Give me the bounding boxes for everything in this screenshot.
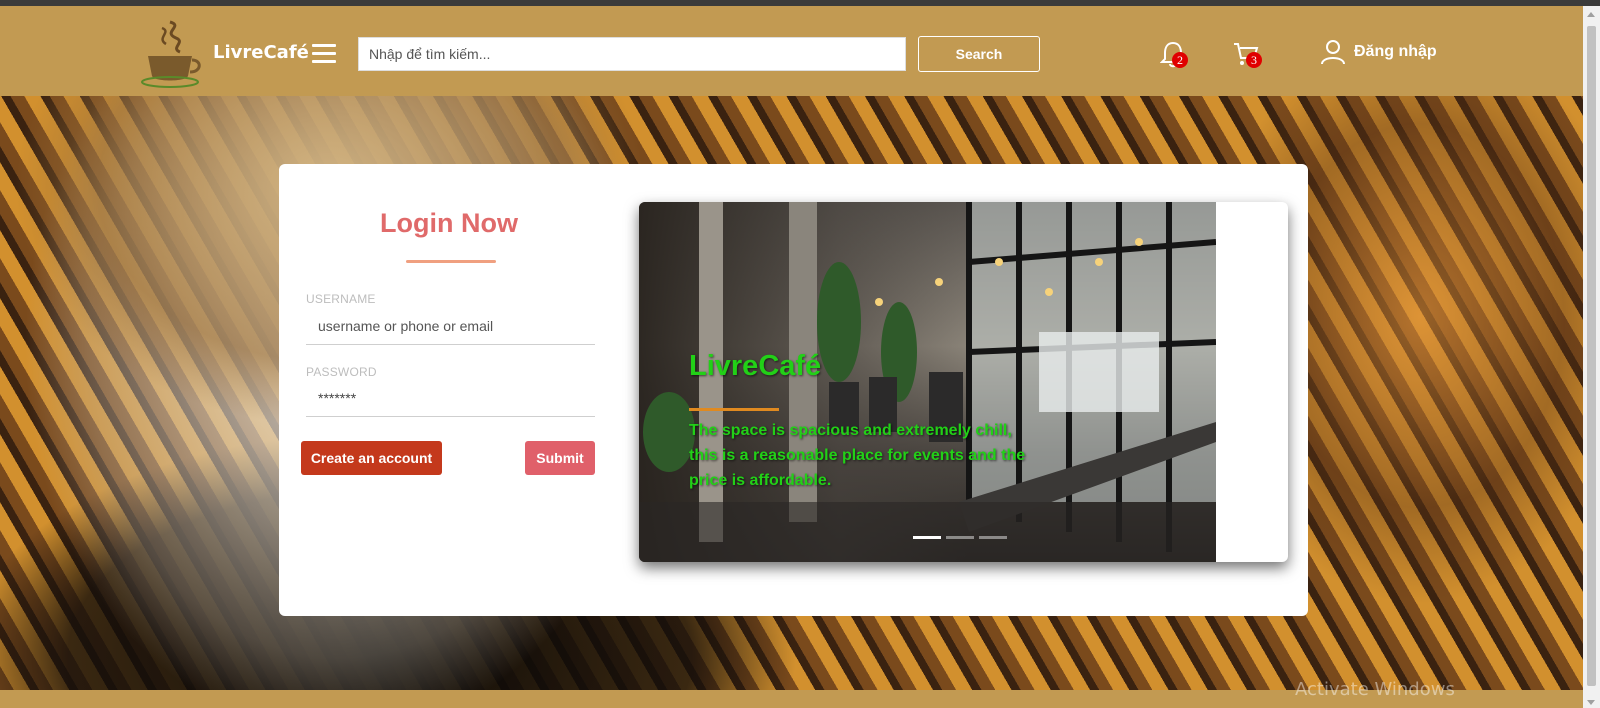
scroll-down-arrow-icon[interactable]	[1587, 700, 1595, 705]
carousel-indicator-2[interactable]	[946, 536, 974, 539]
notifications-button[interactable]: 2	[1159, 40, 1190, 70]
navbar: LivreCafé Search 2 3 Đăng nhập	[0, 6, 1583, 96]
login-card: Login Now USERNAME PASSWORD Create an ac…	[279, 164, 1308, 616]
hero-blur-overlay	[1260, 96, 1583, 690]
username-label: USERNAME	[306, 292, 376, 306]
scroll-up-arrow-icon[interactable]	[1587, 12, 1595, 17]
carousel-caption-text: The space is spacious and extremely chil…	[689, 422, 1026, 489]
login-label: Đăng nhập	[1354, 43, 1437, 60]
title-underline	[406, 260, 496, 263]
submit-button[interactable]: Submit	[525, 441, 595, 475]
login-link[interactable]: Đăng nhập	[1320, 32, 1437, 72]
username-field[interactable]	[306, 307, 595, 345]
login-title: Login Now	[380, 208, 518, 238]
user-icon	[1321, 40, 1345, 65]
notifications-badge: 2	[1172, 52, 1188, 68]
carousel-indicator-3[interactable]	[979, 536, 1007, 539]
password-field[interactable]	[306, 379, 595, 417]
search-input[interactable]	[358, 37, 906, 71]
brand-name[interactable]: LivreCafé	[213, 42, 309, 63]
image-carousel[interactable]: LivreCafé The space is spacious and extr…	[639, 202, 1288, 562]
create-account-button[interactable]: Create an account	[301, 441, 442, 475]
cart-badge: 3	[1246, 52, 1262, 68]
cart-button[interactable]: 3	[1232, 40, 1264, 70]
carousel-caption-divider	[689, 408, 779, 411]
scrollbar-thumb[interactable]	[1587, 26, 1596, 686]
password-label: PASSWORD	[306, 365, 377, 379]
carousel-indicators	[913, 536, 1007, 539]
menu-hamburger-icon[interactable]	[312, 44, 336, 64]
cafe-interior-photo: LivreCafé The space is spacious and extr…	[639, 202, 1216, 562]
activate-windows-watermark: Activate Windows	[1295, 679, 1455, 700]
coffee-cup-logo-icon[interactable]	[140, 18, 206, 90]
carousel-caption-title: LivreCafé	[689, 350, 822, 382]
search-button[interactable]: Search	[918, 36, 1040, 72]
page-scrollbar[interactable]	[1583, 6, 1600, 708]
carousel-indicator-1[interactable]	[913, 536, 941, 539]
